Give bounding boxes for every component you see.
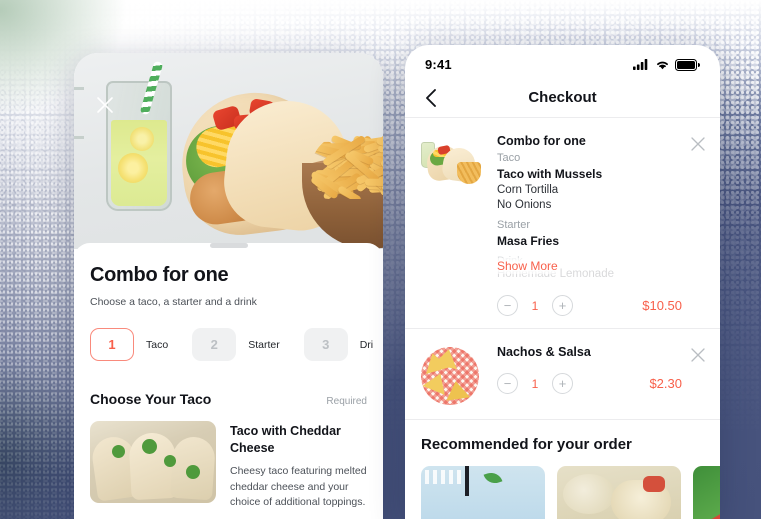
phone-left-product-detail: Combo for one Choose a taco, a starter a… bbox=[74, 53, 383, 519]
step-label: Dri bbox=[359, 338, 374, 351]
item-thumbnail bbox=[421, 345, 483, 407]
thumb-jalapeno-1 bbox=[112, 445, 125, 458]
option-group-label: Starter bbox=[497, 219, 531, 231]
item-details: Nachos & Salsa − 1 + $2.30 bbox=[497, 345, 704, 407]
rec-leaf-icon bbox=[483, 469, 503, 487]
thumb-jalapeno-3 bbox=[164, 455, 176, 467]
minus-circle-icon[interactable]: − bbox=[497, 373, 518, 394]
section-title: Recommended for your order bbox=[421, 436, 632, 453]
step-selector: 1 Taco 2 Starter 3 Dri bbox=[90, 328, 373, 361]
item-details: Combo for one Taco Taco with Mussels Cor… bbox=[497, 134, 704, 316]
recommended-section: Recommended for your order bbox=[405, 420, 720, 519]
thumb-jalapeno-4 bbox=[186, 465, 200, 479]
list-item[interactable]: Taco with Cheddar Cheese Cheesy taco fea… bbox=[90, 421, 367, 511]
section-header: Choose Your Taco Required bbox=[90, 391, 367, 407]
rec-texture bbox=[425, 470, 461, 484]
option-description: Cheesy taco featuring melted cheddar che… bbox=[230, 464, 367, 509]
page-title: Combo for one bbox=[90, 264, 229, 286]
step-label: Taco bbox=[146, 338, 169, 351]
option-modifier: No Onions bbox=[497, 199, 552, 211]
recommended-list bbox=[421, 466, 720, 519]
status-bar: 9:41 bbox=[405, 45, 720, 78]
option-text: Taco with Cheddar Cheese Cheesy taco fea… bbox=[230, 421, 367, 511]
quantity-stepper: − 1 + $10.50 bbox=[497, 295, 682, 316]
product-detail-sheet: Combo for one Choose a taco, a starter a… bbox=[74, 243, 383, 519]
section-title: Choose Your Taco bbox=[90, 391, 212, 407]
nacho-chip-4 bbox=[443, 379, 471, 401]
jar-handle bbox=[74, 87, 84, 139]
option-title: Taco with Cheddar Cheese bbox=[230, 424, 341, 455]
close-icon[interactable] bbox=[94, 94, 116, 116]
step-number: 3 bbox=[303, 328, 348, 361]
thumb-fries bbox=[457, 162, 481, 184]
option-modifier: Corn Tortilla bbox=[497, 184, 559, 196]
option-choice: Masa Fries bbox=[497, 234, 560, 248]
cellular-icon bbox=[633, 59, 648, 70]
lemon-slice-2 bbox=[130, 127, 154, 151]
recommended-card-soup[interactable] bbox=[693, 466, 720, 519]
rec-bread bbox=[563, 474, 615, 514]
plus-circle-icon[interactable]: + bbox=[552, 373, 573, 394]
step-number: 1 bbox=[90, 328, 134, 361]
step-item-1[interactable]: 1 Taco bbox=[90, 328, 192, 361]
step-label: Starter bbox=[248, 338, 280, 351]
collapsed-options-fade: Drink Homemade Lemonade Show More bbox=[497, 251, 682, 285]
quantity-stepper: − 1 + $2.30 bbox=[497, 373, 682, 394]
fry-piece bbox=[364, 179, 383, 187]
quantity-value: 1 bbox=[531, 376, 539, 391]
close-icon[interactable] bbox=[690, 347, 706, 363]
step-number: 2 bbox=[192, 328, 237, 361]
minus-circle-icon[interactable]: − bbox=[497, 295, 518, 316]
wifi-icon bbox=[657, 61, 668, 70]
cart-item-combo[interactable]: Combo for one Taco Taco with Mussels Cor… bbox=[405, 118, 720, 329]
page-subtitle: Choose a taco, a starter and a drink bbox=[90, 296, 257, 308]
battery-icon bbox=[675, 58, 700, 71]
rec-tomato bbox=[643, 476, 665, 492]
rec-accent-bar bbox=[465, 466, 469, 496]
option-thumbnail bbox=[90, 421, 216, 503]
requirement-badge: Required bbox=[326, 396, 367, 407]
hero-image bbox=[74, 53, 383, 249]
quantity-value: 1 bbox=[531, 298, 539, 313]
item-price: $2.30 bbox=[649, 376, 682, 391]
status-icons bbox=[633, 58, 700, 71]
step-item-3[interactable]: 3 Dri bbox=[303, 328, 383, 361]
navigation-bar: Checkout bbox=[405, 78, 720, 118]
status-time: 9:41 bbox=[425, 57, 452, 72]
lemon-slice bbox=[118, 153, 148, 183]
show-more-link[interactable]: Show More bbox=[497, 258, 558, 274]
item-title: Nachos & Salsa bbox=[497, 345, 591, 359]
item-price: $10.50 bbox=[642, 298, 682, 313]
recommended-card-drink[interactable] bbox=[421, 466, 545, 519]
plus-circle-icon[interactable]: + bbox=[552, 295, 573, 316]
screenshot-stage: Combo for one Choose a taco, a starter a… bbox=[0, 0, 761, 519]
item-thumbnail bbox=[421, 134, 483, 196]
option-group-label: Taco bbox=[497, 152, 521, 164]
close-icon[interactable] bbox=[690, 136, 706, 152]
item-title: Combo for one bbox=[497, 134, 586, 148]
option-choice: Taco with Mussels bbox=[497, 167, 603, 181]
back-button[interactable] bbox=[421, 87, 443, 109]
step-item-2[interactable]: 2 Starter bbox=[192, 328, 304, 361]
recommended-card-sandwich[interactable] bbox=[557, 466, 681, 519]
nachos-thumbnail-graphic bbox=[421, 347, 479, 405]
sheet-drag-handle[interactable] bbox=[209, 243, 248, 248]
cart-item-nachos[interactable]: Nachos & Salsa − 1 + $2.30 bbox=[405, 329, 720, 420]
thumb-jalapeno-2 bbox=[142, 439, 157, 454]
page-title: Checkout bbox=[528, 89, 597, 106]
phone-right-checkout: 9:41 Checkout Combo for one Taco Taco wi… bbox=[405, 45, 720, 519]
